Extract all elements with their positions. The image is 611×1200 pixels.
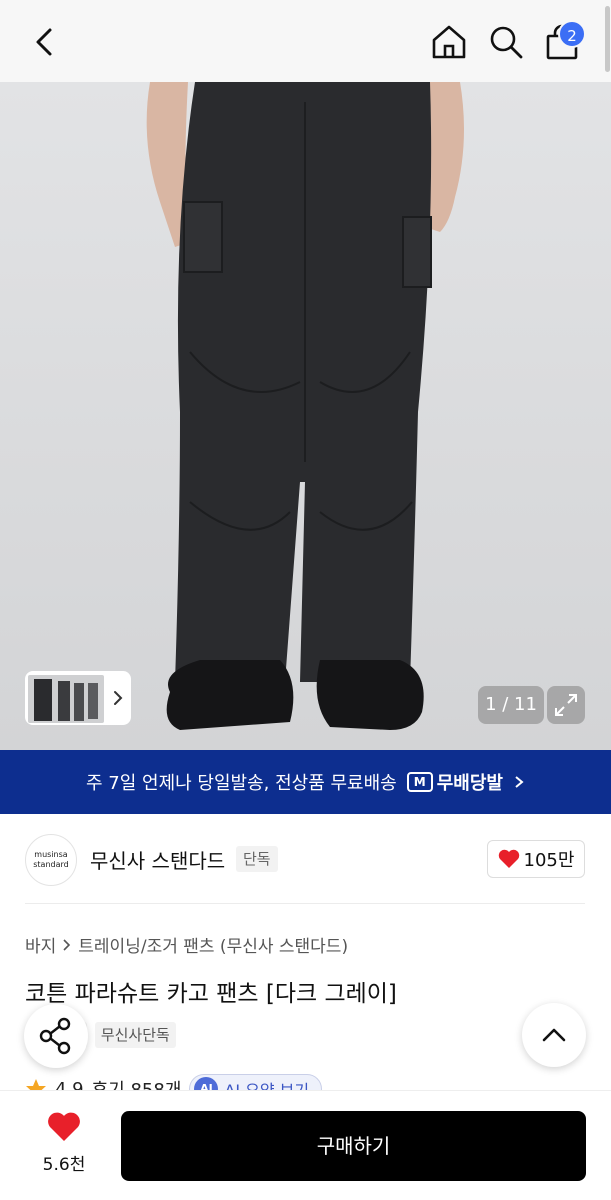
cargo-pants-photo bbox=[146, 82, 464, 730]
cart-count-badge: 2 bbox=[558, 20, 586, 48]
chevron-right-icon bbox=[63, 938, 71, 951]
free-delivery-badge: M 무배당발 bbox=[406, 769, 503, 795]
wishlist-count: 5.6천 bbox=[42, 1155, 86, 1175]
top-app-bar: 2 bbox=[0, 0, 611, 82]
breadcrumb: 바지 트레이닝/조거 팬츠 (무신사 스탠다드) bbox=[25, 932, 348, 957]
product-image[interactable] bbox=[0, 82, 611, 750]
chevron-right-icon bbox=[515, 776, 524, 788]
wishlist-button[interactable]: 5.6천 bbox=[30, 1112, 98, 1175]
free-delivery-label: 무배당발 bbox=[436, 773, 503, 794]
share-button[interactable] bbox=[24, 1004, 88, 1068]
chevron-up-icon bbox=[542, 1028, 566, 1042]
thumbnail-image[interactable] bbox=[28, 675, 104, 723]
scroll-to-top-button[interactable] bbox=[522, 1003, 586, 1067]
banner-text: 주 7일 언제나 당일발송, 전상품 무료배송 bbox=[86, 773, 397, 794]
expand-icon bbox=[555, 694, 577, 716]
brand-like-button[interactable]: 105만 bbox=[487, 840, 585, 878]
heart-icon bbox=[498, 849, 519, 868]
chevron-right-icon[interactable] bbox=[110, 688, 126, 708]
scrollbar[interactable] bbox=[605, 6, 610, 72]
share-icon bbox=[39, 1017, 71, 1055]
search-icon[interactable] bbox=[488, 24, 524, 60]
image-counter: 1 / 11 bbox=[478, 686, 544, 724]
brand-logo[interactable]: musinsa standard bbox=[25, 834, 77, 886]
home-icon[interactable] bbox=[430, 24, 468, 60]
brand-name[interactable]: 무신사 스탠다드 bbox=[90, 845, 225, 874]
brand-logo-line2: standard bbox=[33, 860, 69, 869]
back-icon[interactable] bbox=[30, 24, 60, 60]
breadcrumb-item[interactable]: 바지 bbox=[25, 932, 56, 957]
buy-button[interactable]: 구매하기 bbox=[121, 1111, 586, 1181]
expand-button[interactable] bbox=[547, 686, 585, 724]
divider bbox=[25, 903, 585, 904]
delivery-truck-icon: M bbox=[406, 772, 433, 792]
exclusive-tag: 단독 bbox=[236, 846, 278, 872]
brand-logo-line1: musinsa bbox=[34, 850, 68, 859]
shipping-banner[interactable]: 주 7일 언제나 당일발송, 전상품 무료배송 M 무배당발 bbox=[0, 750, 611, 814]
breadcrumb-item[interactable]: 트레이닝/조거 팬츠 (무신사 스탠다드) bbox=[78, 932, 348, 957]
product-tag: 무신사단독 bbox=[94, 1022, 176, 1048]
brand-like-count: 105만 bbox=[523, 850, 575, 871]
heart-icon bbox=[48, 1112, 80, 1141]
product-title: 코튼 파라슈트 카고 팬츠 [다크 그레이] bbox=[25, 981, 397, 1007]
